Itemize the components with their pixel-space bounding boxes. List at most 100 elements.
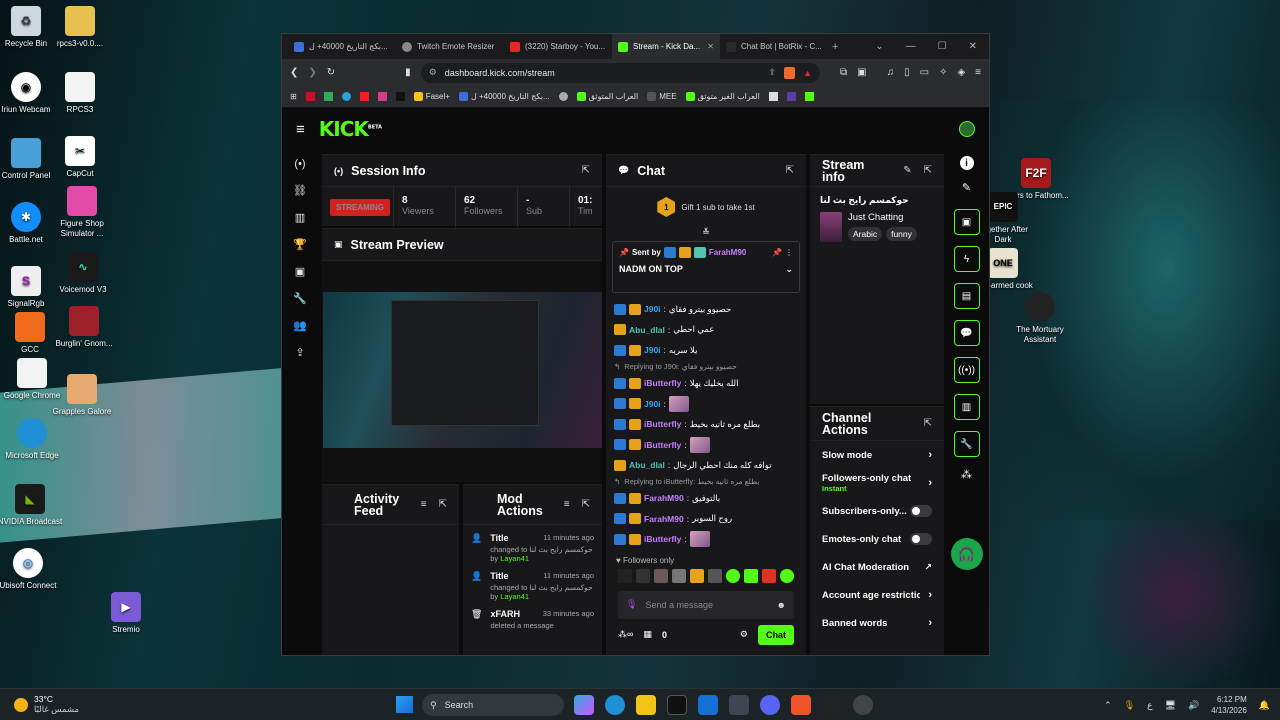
hamburger-menu-icon[interactable]: ≡ [296,121,305,138]
wallet-icon[interactable]: ▭ [920,67,929,78]
category-thumbnail[interactable] [820,212,842,242]
desktop-icon[interactable]: The Mortuary Assistant [1006,292,1074,345]
tab-emote-resizer[interactable]: Twitch Emote Resizer [396,34,504,59]
instagram-icon[interactable] [377,92,387,101]
extensions-icon[interactable]: ⧉ [840,67,847,78]
emotes-only-toggle[interactable] [910,533,932,545]
notes-icon[interactable]: ▤ [953,283,980,309]
desktop-icon[interactable]: Figure Shop Simulator ... [48,186,116,239]
link-icon[interactable]: ⛓ [293,184,307,197]
bookmark-icon[interactable]: ▮ [405,67,411,78]
chat-message[interactable]: iButterfly: الله يخليك يهلا [606,373,806,394]
bookmark-favicon[interactable] [305,92,315,101]
info-icon[interactable]: i [959,156,974,170]
bookmark-favicon[interactable] [558,92,568,101]
support-headset-icon[interactable]: 🎧 [950,538,983,570]
server-icon[interactable]: ▥ [953,394,980,420]
chat-username[interactable]: iButterfly [644,534,681,544]
emote[interactable] [654,568,668,583]
brave-rewards-icon[interactable]: ▲ [803,68,812,78]
chat-send-button[interactable]: Chat [758,624,794,645]
file-explorer-icon[interactable] [636,695,656,715]
chat-message[interactable]: FarahM90: بالتوفيق [606,488,806,509]
bookmark-history-pack[interactable]: بكج التاريخ 40000+ ل... [458,92,550,101]
bookmark-favicon[interactable] [786,92,796,101]
reload-icon[interactable]: ↻ [327,67,335,78]
chevron-down-icon[interactable]: ⌄ [785,264,793,275]
desktop-icon[interactable]: ◎ Ubisoft Connect [0,548,62,591]
chat-message[interactable]: J90i: حصيوو بيترو فقاي [606,299,806,320]
category-name[interactable]: Just Chatting [848,212,917,223]
desktop-icon[interactable]: RPCS3 [46,72,114,115]
desktop-icon[interactable]: rpcs3-v0.0.... [46,6,114,49]
close-tab-icon[interactable]: ✕ [707,42,714,51]
bookmark-mee[interactable]: MEE [647,92,677,101]
forward-icon[interactable]: ❯ [308,67,316,78]
desktop-icon[interactable]: Microsoft Edge [0,418,66,461]
site-info-icon[interactable]: ⚙ [429,67,437,78]
language-indicator[interactable]: ع [1147,700,1152,711]
filter-icon[interactable]: ≡ [564,499,570,511]
minimize-icon[interactable]: — [906,41,916,52]
bookmark-favicon[interactable] [804,92,814,101]
vpn-icon[interactable]: ◈ [957,67,965,78]
close-window-icon[interactable]: ✕ [969,41,977,52]
emote[interactable] [780,568,794,583]
desktop-icon[interactable]: Grapples Galore [48,374,116,417]
emote[interactable] [726,568,740,583]
weather-widget[interactable]: 33°C مشمس غالبًا [0,694,160,715]
community-icon[interactable]: ⁂ [961,468,972,481]
chat-message[interactable]: iButterfly: [606,529,806,550]
popout-icon[interactable]: ⇱ [582,499,590,511]
tag-pill[interactable]: funny [886,227,917,241]
clock[interactable]: 6:12 PM 4/13/2026 [1211,694,1247,716]
chevron-double-down-icon[interactable]: ≚ [606,227,806,237]
leo-icon[interactable]: ✧ [939,67,947,78]
desktop-icon[interactable]: ∿ Voicemod V3 [49,252,117,295]
chat-username[interactable]: J90i [644,345,661,355]
bookmark-favicon[interactable] [768,92,778,101]
popout-icon[interactable]: ⇱ [786,165,794,176]
brave-shield-icon[interactable] [784,66,796,79]
chat-username[interactable]: iButterfly [644,378,681,388]
tools-icon[interactable]: 🔧 [293,292,307,305]
desktop-icon[interactable]: ✂ CapCut [46,136,114,179]
pinned-username[interactable]: FarahM90 [709,248,746,257]
microphone-icon[interactable]: 🎙 [626,599,637,610]
chat-username[interactable]: J90i [644,399,661,409]
broadcast-icon[interactable]: ((•)) [953,357,980,383]
community-icon[interactable]: 👥 [293,319,307,332]
chat-message[interactable]: J90i: يلا سريه [606,340,806,361]
popout-icon[interactable]: ⇱ [439,499,447,511]
maximize-icon[interactable]: ☐ [938,41,947,52]
emote[interactable] [636,568,650,583]
more-options-icon[interactable]: ⋮ [785,248,793,257]
bookmark-fasel[interactable]: Fasel+ [413,92,450,101]
desktop-icon[interactable]: Burglin' Gnom... [50,306,118,349]
taskbar-search[interactable]: ⚲ Search [422,694,564,716]
vscode-icon[interactable] [729,695,749,715]
store-icon[interactable]: ▦ [643,629,652,640]
media-icon[interactable]: ▣ [295,265,305,278]
emote[interactable] [708,568,722,583]
mod-action-user[interactable]: Layan41 [500,592,529,601]
start-icon[interactable] [396,696,413,713]
chat-message[interactable]: Abu_dlal: توافه كله منك احطي الرجال [606,455,806,476]
subscribers-only-action[interactable]: Subscribers-only... [810,497,944,525]
discord-icon[interactable] [760,695,780,715]
unpin-icon[interactable]: 📌 [772,248,782,257]
steam-icon[interactable] [853,695,873,715]
store-taskbar-icon[interactable] [667,695,687,715]
popout-icon[interactable]: ⇱ [582,165,590,176]
infinity-icon[interactable]: ⁂∞ [618,629,633,640]
share-icon[interactable]: ⇪ [769,67,777,78]
chat-icon[interactable]: 💬 [953,320,980,346]
chat-username[interactable]: Abu_dlal [629,325,665,335]
outlook-icon[interactable] [698,695,718,715]
popout-icon[interactable]: ⇱ [924,165,932,177]
settings-gear-icon[interactable]: ⚙ [740,629,748,640]
upload-icon[interactable]: ⇪ [295,346,304,359]
reader-icon[interactable]: ▣ [857,67,866,78]
chat-username[interactable]: iButterfly [644,440,681,450]
lightning-icon[interactable]: ϟ [953,246,980,272]
